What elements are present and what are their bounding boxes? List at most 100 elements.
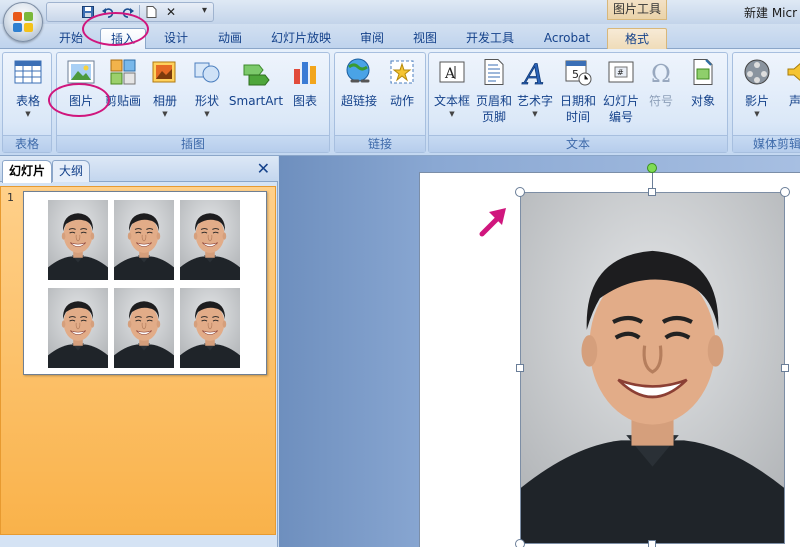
thumbnail-photo [48,288,108,368]
header-footer-label: 页眉和 [475,94,512,108]
tab-outline[interactable]: 大纲 [52,160,91,182]
shapes-button[interactable]: 形状 ▼ [189,57,225,119]
group-links: 超链接 动作 链接 [334,52,426,153]
resize-handle-bottom-left[interactable] [515,539,525,547]
chart-button[interactable]: 图表 [287,57,323,109]
symbol-button[interactable]: Ω 符号 [643,57,679,109]
thumbnail-photo [114,200,174,280]
annotation-circle-insert-tab [82,12,149,46]
slide-number-button[interactable]: # 幻灯片 编号 [599,57,643,125]
thumbnail-photo [180,200,240,280]
slide-thumbnail[interactable] [23,191,267,375]
slide-number-label-line2: 编号 [608,110,633,124]
textbox-button[interactable]: A 文本框 ▼ [431,57,473,119]
dropdown-arrow-icon: ▼ [754,110,760,118]
selected-picture[interactable] [520,192,785,544]
hyperlink-icon [344,57,374,87]
photo-album-button[interactable]: 相册 ▼ [147,57,183,119]
shapes-label: 形状 [194,94,219,108]
symbol-label: 符号 [648,94,673,108]
movie-label: 影片 [744,94,769,108]
sound-label: 声 [788,94,800,108]
wordart-button[interactable]: A 艺术字 ▼ [515,57,555,119]
tab-slides[interactable]: 幻灯片 [2,160,53,183]
tab-format[interactable]: 格式 [607,28,667,49]
tab-design[interactable]: 设计 [156,28,196,49]
tab-review[interactable]: 审阅 [352,28,392,49]
group-label-tables: 表格 [3,135,51,152]
window-title: 新建 Micr [744,6,798,20]
thumbnail-photo [114,288,174,368]
object-button[interactable]: 对象 [683,57,723,109]
thumbnail-photo [180,288,240,368]
picture-tools-context-header: 图片工具 [607,0,667,20]
resize-handle-left[interactable] [516,364,524,372]
new-document-icon[interactable] [142,4,160,20]
rotation-handle[interactable] [647,163,657,173]
tab-acrobat[interactable]: Acrobat [536,28,598,49]
dropdown-arrow-icon: ▼ [532,110,538,118]
header-footer-icon [479,57,509,87]
hyperlink-button[interactable]: 超链接 [337,57,381,109]
chart-label: 图表 [292,94,317,108]
movie-button[interactable]: 影片 ▼ [735,57,779,119]
clipart-icon [108,57,138,87]
office-logo-icon [13,12,33,32]
resize-handle-top[interactable] [648,188,656,196]
date-time-button[interactable]: 5 日期和 时间 [557,57,599,125]
resize-handle-bottom[interactable] [648,540,656,547]
group-media-clips: 影片 ▼ 声 媒体剪辑 [732,52,800,153]
table-label: 表格 [15,94,40,108]
group-label-illustrations: 插图 [57,135,329,152]
group-label-links: 链接 [335,135,425,152]
group-text: A 文本框 ▼ 页眉和 页脚 A 艺术字 ▼ 5 日期和 时间 # 幻灯片 编号… [428,52,728,153]
chart-icon [290,57,320,87]
close-icon[interactable]: ✕ [257,159,270,178]
photo-album-label: 相册 [152,94,177,108]
smartart-label: SmartArt [228,94,284,108]
date-time-icon: 5 [563,57,593,87]
tab-view[interactable]: 视图 [405,28,445,49]
action-icon [387,57,417,87]
action-button[interactable]: 动作 [383,57,421,109]
close-document-icon[interactable]: ✕ [162,4,180,20]
table-button[interactable]: 表格 ▼ [9,57,47,119]
dropdown-arrow-icon: ▼ [25,110,31,118]
office-button[interactable] [3,2,43,42]
qat-customize-arrow-icon[interactable]: ▾ [202,5,207,16]
tab-animation[interactable]: 动画 [210,28,250,49]
svg-text:#: # [617,68,624,77]
dropdown-arrow-icon: ▼ [449,110,455,118]
annotation-arrow-icon [476,204,510,238]
slide-thumbnail-selected[interactable]: 1 [0,186,276,535]
portrait-photo [520,192,785,544]
svg-text:5: 5 [572,68,579,81]
resize-handle-top-right[interactable] [780,187,790,197]
object-label: 对象 [690,94,715,108]
resize-handle-top-left[interactable] [515,187,525,197]
slides-pane-tabs: 幻灯片 大纲 ✕ [0,156,278,183]
sound-button[interactable]: 声 [783,57,800,109]
svg-text:A: A [521,58,544,87]
sound-icon [784,57,800,87]
tab-developer[interactable]: 开发工具 [458,28,522,49]
tab-slideshow[interactable]: 幻灯片放映 [262,28,340,49]
thumbnail-photo [48,200,108,280]
group-label-media-clips: 媒体剪辑 [733,135,800,152]
table-icon [13,57,43,87]
textbox-label: 文本框 [433,94,470,108]
resize-handle-right[interactable] [781,364,789,372]
symbol-icon: Ω [646,57,676,88]
date-time-label: 日期和 [559,94,596,108]
ribbon: 表格 ▼ 表格 图片 剪贴画 相册 ▼ 形状 ▼ SmartArt 图表 插图 … [0,49,800,156]
group-label-text: 文本 [429,135,727,152]
slides-pane: 幻灯片 大纲 ✕ 1 [0,156,278,547]
date-time-label-line2: 时间 [565,110,590,124]
textbox-icon: A [437,57,467,87]
clipart-label: 剪贴画 [104,94,141,108]
wordart-icon: A [520,57,550,92]
smartart-button[interactable]: SmartArt [227,57,285,109]
slide-number: 1 [7,191,14,204]
svg-text:A: A [444,66,456,82]
header-footer-button[interactable]: 页眉和 页脚 [473,57,515,125]
